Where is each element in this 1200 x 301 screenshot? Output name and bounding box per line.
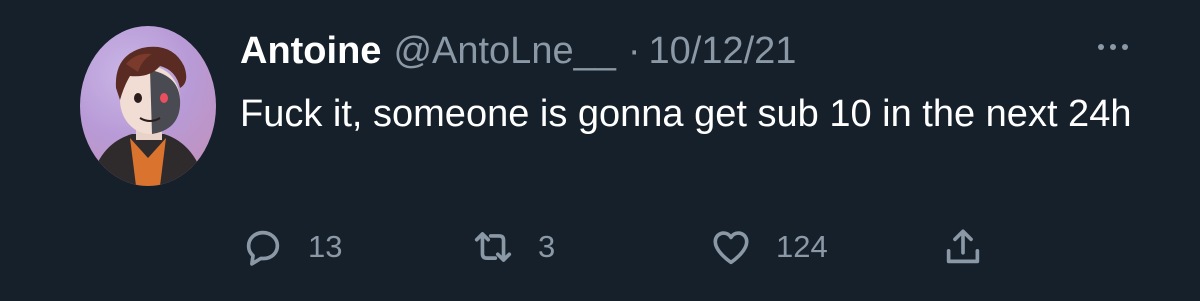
retweet-button[interactable]: 3 <box>470 222 555 272</box>
more-dot <box>1098 44 1104 50</box>
retweet-count: 3 <box>538 229 556 264</box>
tweet-date[interactable]: 10/12/21 <box>649 30 797 73</box>
tweet-header: Antoine @AntoLne__ · 10/12/21 <box>240 26 796 76</box>
share-icon <box>946 229 980 264</box>
more-horizontal-icon[interactable] <box>1098 40 1128 54</box>
separator-dot: · <box>627 29 641 72</box>
heart-icon <box>713 231 749 265</box>
tweet[interactable]: Antoine @AntoLne__ · 10/12/21 Fuck it, s… <box>0 0 1200 301</box>
user-handle[interactable]: @AntoLne__ <box>393 30 615 73</box>
reply-count: 13 <box>308 229 343 264</box>
share-button[interactable] <box>940 222 986 272</box>
tweet-text: Fuck it, someone is gonna get sub 10 in … <box>240 93 1132 135</box>
like-count: 124 <box>776 229 828 264</box>
more-dot <box>1110 44 1116 50</box>
avatar-illustration-icon <box>90 46 206 186</box>
display-name[interactable]: Antoine <box>240 30 381 73</box>
tweet-actions: 13 3 124 <box>240 222 1000 272</box>
more-dot <box>1122 44 1128 50</box>
avatar[interactable] <box>80 26 216 186</box>
reply-button[interactable]: 13 <box>240 222 342 272</box>
reply-icon <box>246 230 280 266</box>
like-button[interactable]: 124 <box>708 222 828 272</box>
retweet-icon <box>474 232 512 262</box>
